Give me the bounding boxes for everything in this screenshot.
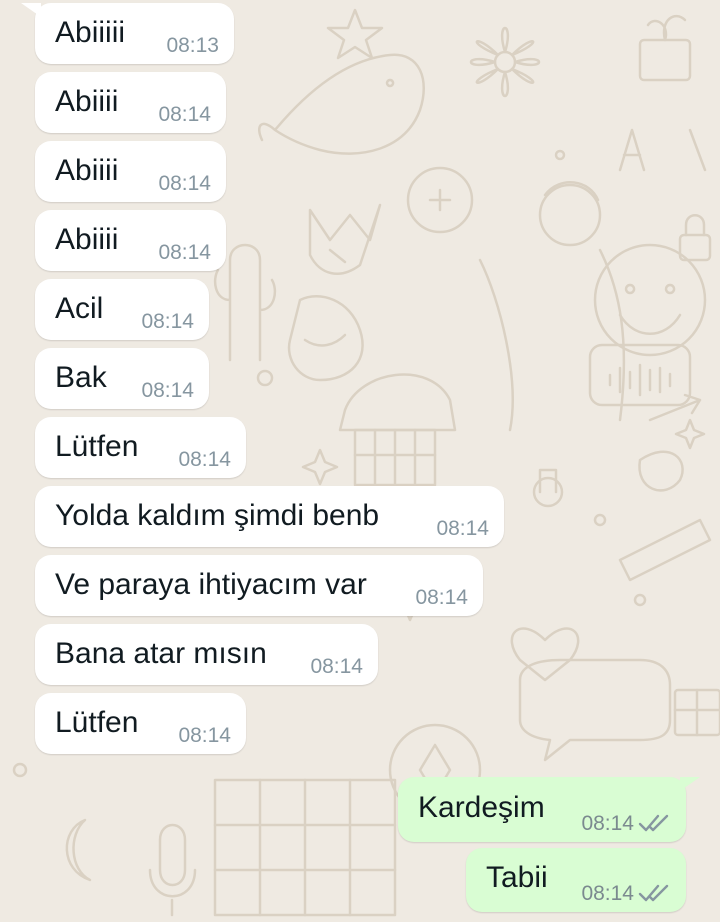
message-bubble[interactable]: Ve paraya ihtiyacım var 08:14 (35, 555, 483, 616)
message-text: Abiiii (55, 154, 119, 187)
message-bubble-outgoing[interactable]: Kardeşim 08:14 (398, 777, 700, 842)
message-time: 08:14 (178, 448, 231, 471)
message-bubble-outgoing[interactable]: Tabii 08:14 (466, 848, 686, 912)
message-text: Acil (55, 292, 104, 325)
double-check-icon (638, 814, 669, 832)
message-bubble[interactable]: Abiiiii 08:13 (21, 3, 234, 64)
message-text: Ve paraya ihtiyacım var (55, 568, 367, 601)
message-text: Abiiii (55, 85, 119, 118)
message-time: 08:14 (310, 655, 363, 678)
message-time: 08:14 (436, 517, 489, 540)
message-text: Lütfen (55, 430, 139, 463)
message-time: 08:14 (158, 172, 211, 195)
message-time: 08:14 (158, 241, 211, 264)
chat-thread: Abiiiii 08:13 Abiiii 08:14 Abiiii 08:14 … (0, 0, 720, 922)
message-bubble[interactable]: Lütfen 08:14 (35, 417, 246, 478)
message-time: 08:14 (158, 103, 211, 126)
message-bubble[interactable]: Abiiii 08:14 (35, 72, 226, 133)
message-text: Bana atar mısın (55, 637, 267, 670)
message-time: 08:14 (581, 882, 634, 905)
message-bubble[interactable]: Lütfen 08:14 (35, 693, 246, 754)
bubble-tail-icon (21, 3, 41, 17)
message-bubble[interactable]: Yolda kaldım şimdi benb 08:14 (35, 486, 504, 547)
message-text: Tabii (486, 861, 548, 894)
message-time: 08:14 (581, 812, 634, 835)
double-check-icon (638, 884, 669, 902)
message-bubble[interactable]: Bak 08:14 (35, 348, 209, 409)
message-time: 08:14 (141, 310, 194, 333)
message-bubble[interactable]: Acil 08:14 (35, 279, 209, 340)
message-bubble[interactable]: Abiiii 08:14 (35, 210, 226, 271)
message-time: 08:14 (141, 379, 194, 402)
message-text: Yolda kaldım şimdi benb (55, 499, 380, 532)
message-text: Lütfen (55, 706, 139, 739)
message-time: 08:13 (166, 34, 219, 57)
message-text: Abiiiii (55, 16, 126, 49)
message-text: Kardeşim (418, 791, 545, 824)
message-bubble[interactable]: Abiiii 08:14 (35, 141, 226, 202)
bubble-tail-icon (680, 777, 700, 791)
message-bubble[interactable]: Bana atar mısın 08:14 (35, 624, 378, 685)
message-time: 08:14 (178, 724, 231, 747)
message-text: Abiiii (55, 223, 119, 256)
message-text: Bak (55, 361, 107, 394)
message-time: 08:14 (415, 586, 468, 609)
